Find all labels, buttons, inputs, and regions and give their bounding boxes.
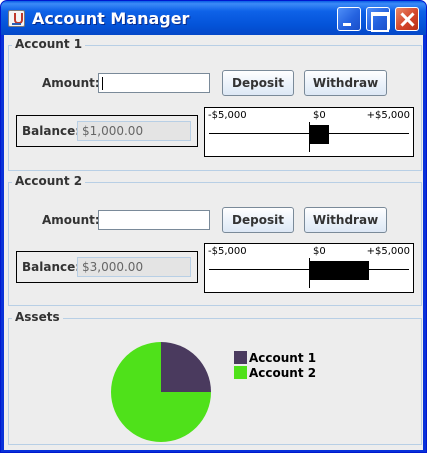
account-2-title: Account 2 — [12, 174, 86, 188]
account-1-balance-field: $1,000.00 — [77, 121, 191, 141]
account-1-title: Account 1 — [12, 37, 86, 51]
account-1-balance-gauge: -$5,000 $0 +$5,000 — [204, 107, 414, 157]
account-1-panel: Account 1 Amount: Deposit Withdraw Balan… — [8, 37, 422, 171]
account-2-amount-label: Amount: — [42, 213, 100, 227]
legend-swatch-account-1 — [234, 351, 247, 364]
assets-panel: Assets — [8, 310, 422, 445]
legend-label-account-2: Account 2 — [249, 366, 317, 380]
account-1-balance-value: $1,000.00 — [82, 124, 144, 138]
legend-swatch-account-2 — [234, 366, 247, 379]
account-1-amount-input[interactable] — [98, 73, 210, 93]
gauge-max-label: +$5,000 — [366, 246, 410, 257]
account-2-balance-box: Balance: $3,000.00 — [16, 251, 198, 283]
text-caret — [102, 77, 103, 90]
account-2-deposit-button[interactable]: Deposit — [222, 207, 294, 233]
account-2-balance-value: $3,000.00 — [82, 260, 144, 274]
maximize-button[interactable] — [366, 7, 390, 32]
account-2-balance-gauge: -$5,000 $0 +$5,000 — [204, 243, 414, 293]
legend-label-account-1: Account 1 — [249, 351, 317, 365]
account-2-balance-label: Balance: — [22, 260, 81, 274]
gauge-zero-label: $0 — [313, 110, 326, 121]
gauge-min-label: -$5,000 — [208, 246, 247, 257]
account-2-panel: Account 2 Amount: Deposit Withdraw Balan… — [8, 174, 422, 306]
title-bar[interactable]: Account Manager — [1, 1, 426, 35]
gauge-max-label: +$5,000 — [366, 110, 410, 121]
minimize-button[interactable] — [337, 7, 361, 31]
java-cup-icon — [8, 10, 25, 27]
app-window: Account Manager Account 1 Amount: Deposi… — [0, 0, 427, 453]
gauge-balance-bar — [309, 261, 369, 280]
client-area: Account 1 Amount: Deposit Withdraw Balan… — [4, 35, 423, 450]
gauge-balance-bar — [309, 125, 329, 144]
account-1-amount-label: Amount: — [42, 76, 100, 90]
assets-pie-chart — [111, 342, 211, 442]
account-2-amount-input[interactable] — [98, 210, 210, 230]
account-2-balance-field: $3,000.00 — [77, 257, 191, 277]
gauge-min-label: -$5,000 — [208, 110, 247, 121]
account-1-withdraw-button[interactable]: Withdraw — [304, 70, 387, 96]
pie-slice-1 — [161, 342, 211, 392]
assets-title: Assets — [12, 310, 63, 324]
gauge-zero-label: $0 — [313, 246, 326, 257]
close-button[interactable] — [395, 7, 419, 31]
account-1-balance-box: Balance: $1,000.00 — [16, 115, 198, 147]
account-1-balance-label: Balance: — [22, 124, 81, 138]
window-title: Account Manager — [32, 9, 190, 28]
account-1-deposit-button[interactable]: Deposit — [222, 70, 294, 96]
account-2-withdraw-button[interactable]: Withdraw — [304, 207, 387, 233]
